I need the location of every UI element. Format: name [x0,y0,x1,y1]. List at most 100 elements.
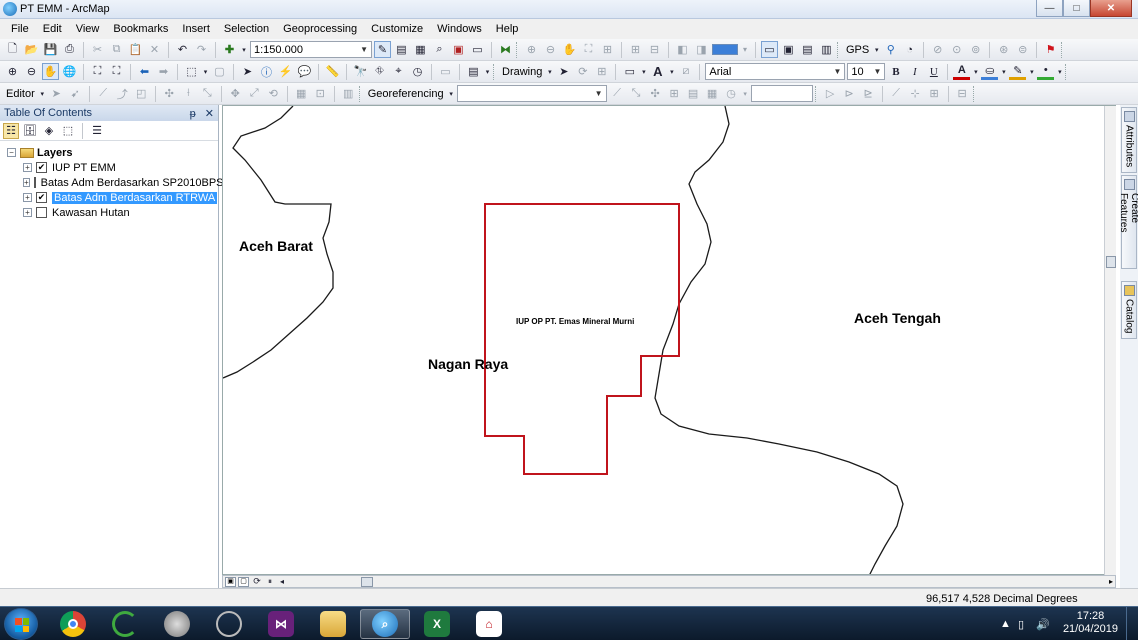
map-tips-icon[interactable]: ▤ [465,63,482,80]
fixed-zoom-in-icon[interactable]: ⛶ [89,63,106,80]
scroll-left-icon[interactable]: ◂ [277,577,287,587]
fixed-zoom-out-icon[interactable]: ⛶ [108,63,125,80]
map-view[interactable]: Aceh Barat Nagan Raya Aceh Tengah IUP OP… [222,105,1116,575]
scroll-right-icon[interactable]: ▸ [1109,577,1113,586]
marker-color-icon[interactable]: • [1037,63,1055,80]
add-data-icon[interactable]: ✚ [221,41,238,58]
vertical-scroll-thumb[interactable] [1106,256,1116,268]
start-button[interactable] [4,608,38,640]
horizontal-scroll-thumb[interactable] [361,577,373,587]
map-scale-combo[interactable]: 1:150.000 ▼ [250,41,372,58]
toolbar-grip[interactable] [814,85,818,102]
layer-label[interactable]: IUP PT EMM [52,162,116,174]
add-control-points-icon[interactable]: ⟋ [609,85,626,102]
model-builder-icon[interactable]: ⧓ [497,41,514,58]
dropdown-arrow-icon[interactable]: ▾ [668,63,675,80]
reshape-icon[interactable]: ⤡ [199,85,216,102]
paste-icon[interactable]: 📋 [127,41,144,58]
font-color-button[interactable]: A [953,63,971,80]
layer-checkbox[interactable]: ✔ [36,192,47,203]
route-4-icon[interactable]: ⟋ [888,85,905,102]
table-of-contents-icon[interactable]: ▤ [393,41,410,58]
editor-menu[interactable]: Editor [4,88,37,100]
layout-view-icon[interactable]: ▢ [238,576,249,587]
zoom-to-selected-icon[interactable]: ⊞ [593,63,610,80]
identify-icon[interactable]: ⓘ [258,63,275,80]
dropdown-arrow-icon[interactable]: ▾ [202,63,209,80]
volume-icon[interactable]: 🔊 [1036,618,1050,631]
go-back-icon[interactable]: ⬅ [136,63,153,80]
rotate-icon[interactable]: ⟳ [574,63,591,80]
maximize-button[interactable]: □ [1063,0,1090,17]
battery-icon[interactable]: ▯ [1018,618,1024,631]
find-icon[interactable]: 🔭 [352,63,369,80]
undo-icon[interactable]: ↶ [174,41,191,58]
arctoolbox-icon[interactable]: ▣ [450,41,467,58]
sketch-properties-icon[interactable]: ⊡ [312,85,329,102]
dock-tab-catalog[interactable]: Catalog [1121,281,1137,339]
toolbar-grip[interactable] [1065,63,1068,80]
dropdown-arrow-icon[interactable]: ▾ [972,63,979,80]
taskbar-chrome[interactable] [48,609,98,639]
expand-icon[interactable]: + [23,193,32,202]
horizontal-scrollbar[interactable]: ▸ [293,577,1113,587]
route-3-icon[interactable]: ⊵ [860,85,877,102]
dropdown-arrow-icon[interactable]: ▾ [484,63,491,80]
dropdown-arrow-icon[interactable]: ▾ [1000,63,1007,80]
line-color-icon[interactable]: ✎ [1009,63,1027,80]
python-window-icon[interactable]: ▭ [469,41,486,58]
italic-button[interactable]: I [906,63,923,80]
full-extent-icon[interactable]: 🌐 [61,63,78,80]
show-hidden-icons-icon[interactable]: ▲ [1000,618,1011,630]
catalog-window-icon[interactable]: ▦ [412,41,429,58]
dock-tab-attributes[interactable]: Attributes [1121,107,1137,173]
layer-row[interactable]: + ✔ Batas Adm Berdasarkan RTRWA [0,190,218,205]
minimize-button[interactable]: — [1036,0,1063,17]
layout-full-extent-icon[interactable]: ⛶ [580,41,597,58]
new-document-icon[interactable]: 🗋 [4,41,21,58]
route-icon[interactable]: ▷ [822,85,839,102]
find-route-icon[interactable]: ⛗ [371,63,388,80]
show-desktop-button[interactable] [1126,607,1138,640]
dropdown-arrow-icon[interactable]: ▾ [448,85,455,102]
trace-icon[interactable]: ⤴ [114,85,131,102]
dropdown-arrow-icon[interactable]: ▾ [873,41,880,58]
layer-label[interactable]: Batas Adm Berdasarkan SP2010BPS [41,177,224,189]
map-canvas[interactable] [223,106,1116,575]
toc-close-icon[interactable]: ✕ [205,108,214,120]
taskbar-app-2[interactable] [100,609,150,639]
dropdown-arrow-icon[interactable]: ▾ [742,85,749,102]
pin-icon[interactable]: ᵽ [190,108,196,120]
gps-tool-2-icon[interactable]: ⊙ [948,41,965,58]
change-layout-icon[interactable]: ▤ [799,41,816,58]
underline-button[interactable]: U [925,63,942,80]
toc-options-icon[interactable]: ☰ [89,123,105,139]
georef-shift-icon[interactable]: ✣ [647,85,664,102]
dock-tab-create-features[interactable]: Create Features [1118,175,1138,269]
layer-label-selected[interactable]: Batas Adm Berdasarkan RTRWA [52,191,218,204]
layer-checkbox[interactable] [33,177,36,188]
georef-rotate-icon[interactable]: ⤡ [628,85,645,102]
search-window-icon[interactable]: ⌕ [431,41,448,58]
route-7-icon[interactable]: ⊟ [954,85,971,102]
dropdown-arrow-icon[interactable]: ▾ [1056,63,1063,80]
dropdown-arrow-icon[interactable]: ▾ [546,63,553,80]
toggle-draft-icon[interactable]: ▭ [761,41,778,58]
split-icon[interactable]: ✣ [161,85,178,102]
layer-checkbox[interactable] [36,207,47,218]
copy-icon[interactable]: ⧉ [108,41,125,58]
layer-row[interactable]: + Kawasan Hutan [0,205,218,220]
menu-geoprocessing[interactable]: Geoprocessing [276,19,364,39]
bold-button[interactable]: B [887,63,904,80]
delete-icon[interactable]: ✕ [146,41,163,58]
drawing-menu[interactable]: Drawing [500,66,544,78]
print-icon[interactable]: ⎙ [61,41,78,58]
toolbar-grip[interactable] [972,85,976,102]
collapse-icon[interactable]: − [7,148,16,157]
fill-color-icon[interactable]: ⛀ [981,63,999,80]
select-features-icon[interactable]: ⬚ [183,63,200,80]
create-features-icon[interactable]: ▥ [340,85,357,102]
taskbar-excel[interactable]: X [412,609,462,639]
zoom-out-icon[interactable]: ⊖ [23,63,40,80]
dropdown-arrow-icon[interactable]: ▾ [1028,63,1035,80]
